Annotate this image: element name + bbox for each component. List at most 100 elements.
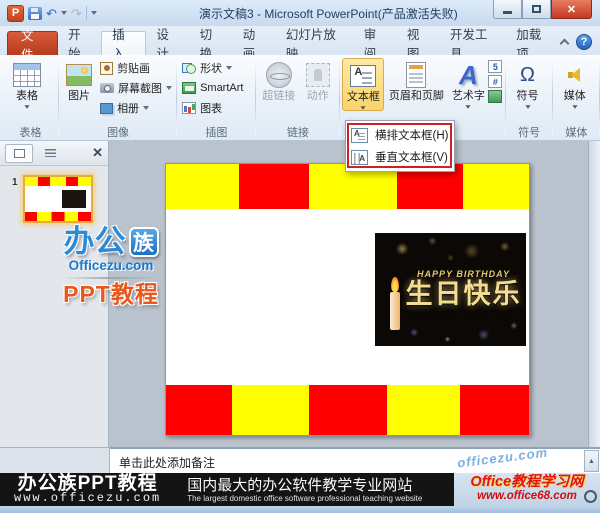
date-time-icon[interactable]: 5 (488, 60, 502, 73)
maximize-icon (532, 5, 541, 13)
close-icon: ✕ (567, 3, 576, 16)
header-footer-label: 页眉和页脚 (389, 90, 444, 103)
clipart-button[interactable]: 剪贴画 (97, 58, 175, 78)
powerpoint-logo-icon[interactable]: P (7, 5, 24, 22)
picture-icon (66, 64, 92, 86)
band-segment (387, 385, 460, 435)
tab-animations[interactable]: 动画 (233, 31, 276, 55)
birthday-title-en: HAPPY BIRTHDAY (375, 269, 526, 279)
symbol-button[interactable]: Ω 符号 (508, 58, 548, 109)
object-icon[interactable] (488, 90, 502, 103)
table-button[interactable]: 表格 (4, 58, 50, 109)
screenshot-label: 屏幕截图 (118, 80, 162, 96)
hyperlink-icon (266, 62, 292, 88)
slide-bottom-band (166, 385, 529, 435)
slide-canvas[interactable]: HAPPY BIRTHDAY 生日快乐 (165, 163, 530, 436)
undo-icon[interactable]: ↶ (46, 7, 57, 20)
watermark-url: Officezu.com (54, 258, 168, 273)
tab-review[interactable]: 审阅 (354, 31, 397, 55)
shapes-button[interactable]: 形状 (179, 58, 246, 78)
minimize-button[interactable] (493, 0, 522, 19)
screenshot-button[interactable]: 屏幕截图 (97, 78, 175, 98)
footer-brand-name: 办公族PPT教程 (14, 475, 161, 492)
footer-brand: 办公族PPT教程 www.officezu.com (14, 475, 161, 505)
tab-insert[interactable]: 插入 (101, 31, 146, 55)
notes-watermark: officezu.com (456, 444, 548, 470)
tab-developer[interactable]: 开发工具 (440, 31, 506, 55)
textbox-icon-letter: A (354, 66, 362, 78)
vertical-scrollbar[interactable] (588, 141, 600, 447)
smartart-label: SmartArt (200, 82, 243, 94)
title-bar: P ↶ ↷ 演示文稿3 - Microsoft PowerPoint(产品激活失… (0, 0, 600, 26)
notes-left-filler (0, 447, 110, 473)
band-segment (463, 164, 529, 209)
watermark-cn-text: 办公 (64, 226, 126, 258)
table-dropdown-icon (24, 105, 29, 108)
smartart-button[interactable]: SmartArt (179, 78, 246, 98)
window-bottom-edge (0, 506, 600, 513)
notes-scroll-up-button[interactable]: ▲ (584, 450, 599, 472)
tab-slideshow[interactable]: 幻灯片放映 (276, 31, 354, 55)
footer-right-site: Office教程学习网 (454, 475, 600, 490)
redo-icon: ↷ (71, 7, 82, 20)
tab-home[interactable]: 开始 (58, 31, 101, 55)
textbox-dropdown-icon (361, 106, 366, 109)
table-button-label: 表格 (16, 90, 38, 103)
media-button[interactable]: 媒体 (555, 58, 595, 109)
notes-placeholder[interactable]: 单击此处添加备注 (119, 454, 215, 471)
album-dropdown-icon (143, 106, 149, 110)
slide-thumbnail[interactable] (23, 175, 93, 223)
undo-dropdown-icon[interactable] (61, 11, 67, 15)
red-annotation-box (347, 123, 452, 168)
shapes-label: 形状 (200, 60, 222, 76)
group-table-label: 表格 (4, 124, 57, 140)
media-dropdown-icon (572, 105, 577, 108)
slide-number-icon[interactable]: # (488, 75, 502, 88)
wordart-button[interactable]: A 艺术字 (448, 58, 488, 109)
tab-addins[interactable]: 加载项 (506, 31, 561, 55)
powerpoint-window: P ↶ ↷ 演示文稿3 - Microsoft PowerPoint(产品激活失… (0, 0, 600, 513)
tab-view[interactable]: 视图 (397, 31, 440, 55)
close-button[interactable]: ✕ (551, 0, 592, 19)
pane-close-icon[interactable]: ✕ (92, 145, 103, 161)
maximize-button[interactable] (522, 0, 551, 19)
birthday-image[interactable]: HAPPY BIRTHDAY 生日快乐 (375, 233, 526, 346)
slide-number: 1 (12, 177, 18, 223)
help-icon[interactable]: ? (576, 34, 592, 50)
photo-album-icon (100, 103, 113, 114)
watermark-divider (62, 277, 160, 279)
hyperlink-button: 超链接 (258, 58, 300, 103)
candle-flame (391, 277, 399, 292)
tab-design[interactable]: 设计 (146, 31, 189, 55)
band-segment (239, 164, 309, 209)
band-segment (460, 385, 529, 435)
save-icon[interactable] (28, 7, 42, 20)
footer-slogan: 国内最大的办公软件教学专业网站 The largest domestic off… (187, 477, 422, 503)
tab-outline[interactable] (36, 144, 64, 163)
album-button[interactable]: 相册 (97, 98, 175, 118)
group-symbols-label: 符号 (508, 124, 551, 140)
notes-panel[interactable]: 单击此处添加备注 officezu.com ▲ (110, 447, 600, 473)
tab-file[interactable]: 文件 (7, 31, 58, 55)
symbol-label: 符号 (517, 90, 539, 103)
shapes-icon (182, 62, 196, 74)
band-segment (309, 385, 386, 435)
header-footer-button[interactable]: 页眉和页脚 (384, 58, 448, 103)
slide-thumbnail-row: 1 (12, 175, 104, 223)
tab-slides-thumbnails[interactable] (5, 144, 33, 163)
footer-slogan-cn: 国内最大的办公软件教学专业网站 (187, 477, 422, 494)
quick-access-toolbar: P ↶ ↷ (7, 5, 97, 22)
band-segment (166, 385, 232, 435)
tab-row-right: ? (561, 34, 592, 50)
footer-brand-url: www.officezu.com (14, 492, 161, 505)
picture-button[interactable]: 图片 (61, 58, 97, 103)
action-button: 动作 (300, 58, 336, 103)
group-images: 图片 剪贴画 屏幕截图 相册 (59, 57, 177, 140)
wordart-icon: A (459, 62, 478, 88)
candle (390, 292, 400, 330)
minimize-ribbon-icon[interactable] (560, 39, 570, 49)
tab-transitions[interactable]: 切换 (190, 31, 233, 55)
chart-button[interactable]: 图表 (179, 98, 246, 118)
group-media: 媒体 媒体 (553, 57, 600, 140)
textbox-button[interactable]: A 文本框 (342, 58, 384, 111)
